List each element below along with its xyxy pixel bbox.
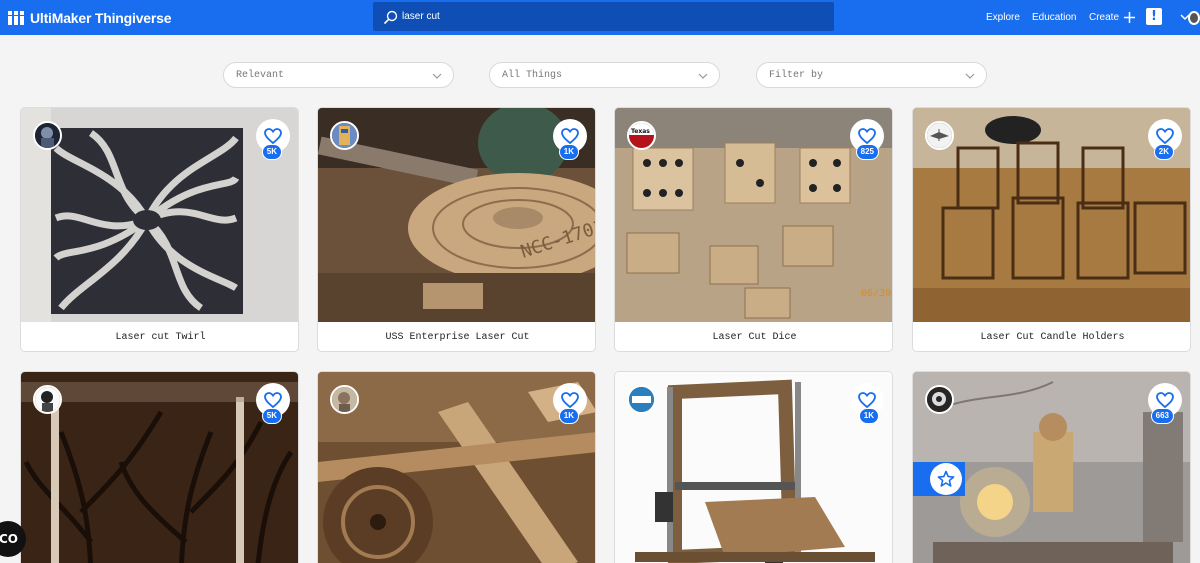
chevron-down-icon [1180,14,1190,21]
featured-star [930,463,962,495]
heart-icon [561,392,579,408]
creator-avatar[interactable]: Texas [627,121,656,150]
thingiverse-logo[interactable]: UltiMaker Thingiverse [8,0,171,35]
type-dropdown[interactable]: All Things [489,62,720,88]
filter-by-dropdown-value: Filter by [769,69,824,81]
creator-avatar[interactable] [330,121,359,150]
nav-explore[interactable]: Explore [986,0,1020,35]
creator-avatar[interactable] [925,385,954,414]
star-icon [937,470,955,487]
heart-icon [264,392,282,408]
sort-dropdown[interactable]: Relevant [223,62,454,88]
filter-by-dropdown[interactable]: Filter by [756,62,987,88]
creator-avatar[interactable] [627,385,656,414]
like-count: 5K [261,408,282,424]
like-count: 825 [855,144,879,160]
photo-timestamp: 06/30 [861,288,891,299]
thing-card[interactable]: 5K [20,371,299,563]
thing-card[interactable]: 1K [614,371,893,563]
nav-create[interactable]: Create [1089,0,1136,35]
like-count: 5K [261,144,282,160]
like-count: 663 [1150,408,1174,424]
thing-card[interactable]: 1K [317,371,596,563]
like-count: 1K [558,408,579,424]
chevron-down-icon [698,73,708,79]
creator-avatar[interactable] [330,385,359,414]
alert-button[interactable]: ! [1146,8,1162,25]
heart-icon [858,128,876,144]
search-icon [384,10,398,24]
like-count: 1K [858,408,879,424]
thing-card[interactable]: NCC-1701 1K USS Enterprise Laser Cut [317,107,596,352]
heart-icon [858,392,876,408]
top-navigation-bar: UltiMaker Thingiverse Explore Education … [0,0,1200,35]
creator-avatar[interactable] [33,385,62,414]
thing-card[interactable]: 5K Laser cut Twirl [20,107,299,352]
search-input[interactable] [402,6,802,27]
heart-icon [1156,392,1174,408]
creator-avatar[interactable] [33,121,62,150]
like-count: 1K [558,144,579,160]
like-count: 2K [1153,144,1174,160]
thing-title[interactable]: Laser Cut Candle Holders [913,322,1190,351]
heart-icon [264,128,282,144]
nav-education[interactable]: Education [1032,0,1076,35]
sort-dropdown-value: Relevant [236,69,285,81]
heart-icon [561,128,579,144]
brand-name: UltiMaker Thingiverse [30,9,172,26]
heart-icon [1156,128,1174,144]
featured-badge [913,462,965,496]
thing-title[interactable]: Laser Cut Dice [615,322,892,351]
search-bar[interactable] [373,2,834,31]
thing-card[interactable]: 06/30 Texas 825 Laser Cut Dice [614,107,893,352]
ultimaker-logo-icon [8,10,24,25]
type-dropdown-value: All Things [502,69,563,81]
creator-avatar[interactable] [925,121,954,150]
nav-create-label: Create [1089,12,1120,23]
thing-title[interactable]: USS Enterprise Laser Cut [318,322,595,351]
thing-card[interactable]: 2K Laser Cut Candle Holders [912,107,1191,352]
chevron-down-icon [965,73,975,79]
thing-title[interactable]: Laser cut Twirl [21,322,298,351]
creator-avatar-text: Texas [631,128,650,135]
thing-card[interactable]: 663 [912,371,1191,563]
chevron-down-icon [432,73,442,79]
plus-icon [1124,12,1136,23]
user-menu[interactable] [1180,9,1200,27]
